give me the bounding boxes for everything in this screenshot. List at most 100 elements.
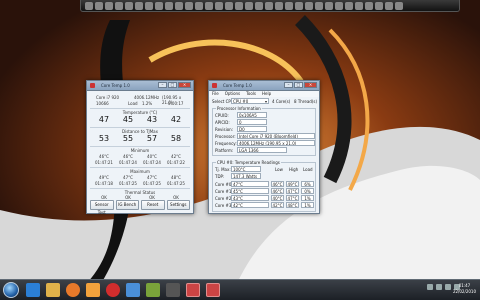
sensor-test-button[interactable]: Sensor Test: [90, 200, 114, 215]
ig-bench-button[interactable]: IG Bench: [115, 200, 139, 210]
core-temp-titlebar[interactable]: Core Temp 1.0 – □ ×: [87, 81, 193, 91]
close-button[interactable]: ×: [304, 82, 317, 88]
dock-app-icon[interactable]: [325, 1, 333, 10]
dock-app-icon[interactable]: [365, 1, 373, 10]
max-temp-value: 47°C: [123, 175, 133, 180]
maximize-button[interactable]: □: [294, 82, 303, 88]
dock-app-icon[interactable]: [135, 1, 143, 10]
app-icon[interactable]: [126, 283, 140, 297]
maximize-button[interactable]: □: [168, 82, 177, 88]
window-title: Core Temp 1.0: [223, 83, 252, 88]
core-temp-info-titlebar[interactable]: Core Temp 1.0 – □ ×: [209, 81, 319, 91]
min-temp-time: 01:47:22: [167, 160, 185, 165]
media-player-icon[interactable]: [86, 283, 100, 297]
dock-app-icon[interactable]: [255, 1, 263, 10]
dock-app-icon[interactable]: [145, 1, 153, 10]
frequency-value: 4006.12MHz (190.95 x 21.0): [237, 140, 315, 146]
maximum-header: Maximum: [130, 169, 150, 174]
apicid-value: 0: [237, 119, 267, 125]
core-temp-info-taskbar-button[interactable]: [206, 283, 220, 297]
dock-app-icon[interactable]: [155, 1, 163, 10]
internet-explorer-icon[interactable]: [26, 283, 40, 297]
core-low-temp: 46°C: [271, 188, 284, 194]
folder-icon[interactable]: [46, 283, 60, 297]
start-button[interactable]: [3, 282, 19, 298]
firefox-icon[interactable]: [66, 283, 80, 297]
cpu-select-value: CPU #0: [233, 99, 249, 104]
dock-app-icon[interactable]: [195, 1, 203, 10]
core-temp-value: 42: [170, 115, 182, 124]
dock-app-icon[interactable]: [125, 1, 133, 10]
core-current-temp: 43°C: [231, 195, 269, 201]
dock-app-icon[interactable]: [265, 1, 273, 10]
menu-help[interactable]: Help: [262, 91, 271, 97]
tray-icon[interactable]: [427, 284, 433, 290]
dock-app-icon[interactable]: [375, 1, 383, 10]
menu-bar: File Options Tools Help: [209, 91, 319, 97]
dock-app-icon[interactable]: [335, 1, 343, 10]
max-temp-time: 01:47:25: [119, 181, 137, 186]
dock-app-icon[interactable]: [345, 1, 353, 10]
dock-app-icon[interactable]: [315, 1, 323, 10]
core-temp-app-icon: [90, 83, 95, 88]
dock-app-icon[interactable]: [275, 1, 283, 10]
min-temp-value: 46°C: [99, 154, 109, 159]
dock-app-icon[interactable]: [295, 1, 303, 10]
dock-app-icon[interactable]: [395, 1, 403, 10]
settings-button[interactable]: Settings: [166, 200, 190, 210]
core-current-temp: 47°C: [231, 181, 269, 187]
dock-app-icon[interactable]: [85, 1, 93, 10]
col-header-low: Low: [275, 167, 283, 172]
cpu-model: Core i7 920: [96, 95, 120, 100]
app-icon[interactable]: [166, 283, 180, 297]
load-value: 1.2%: [142, 101, 153, 106]
min-temp-time: 01:47:24: [119, 160, 137, 165]
uptime-value: 0:00:17: [168, 101, 184, 106]
dock-app-icon[interactable]: [105, 1, 113, 10]
core-temp-value: 45: [122, 115, 134, 124]
tray-icon[interactable]: [436, 284, 442, 290]
min-temp-time: 01:47:24: [143, 160, 161, 165]
dock-app-icon[interactable]: [305, 1, 313, 10]
dock-app-icon[interactable]: [285, 1, 293, 10]
tjmax-distance-value: 55: [122, 134, 134, 143]
dock-app-icon[interactable]: [165, 1, 173, 10]
max-temp-value: 49°C: [99, 175, 109, 180]
processor-value: Intel Core i7 920 (Bloomfield): [237, 133, 315, 139]
dock-app-icon[interactable]: [215, 1, 223, 10]
menu-tools[interactable]: Tools: [246, 91, 256, 97]
dock-app-icon[interactable]: [385, 1, 393, 10]
col-header-high: High: [289, 167, 299, 172]
tjmax-distance-value: 53: [98, 134, 110, 143]
close-button[interactable]: ×: [178, 82, 191, 88]
min-temp-time: 01:47:21: [95, 160, 113, 165]
dock-app-icon[interactable]: [205, 1, 213, 10]
menu-options[interactable]: Options: [225, 91, 240, 97]
core-temp-taskbar-button[interactable]: [186, 283, 200, 297]
top-dock: [80, 0, 460, 12]
dock-app-icon[interactable]: [225, 1, 233, 10]
load-label: Load: [128, 101, 138, 106]
dock-app-icon[interactable]: [115, 1, 123, 10]
core-low-temp: 42°C: [271, 202, 284, 208]
dock-app-icon[interactable]: [245, 1, 253, 10]
tdp-value: 147.3 Watts: [231, 173, 261, 179]
window-title: Core Temp 1.0: [101, 83, 130, 88]
tjmax-distance-value: 58: [170, 134, 182, 143]
dock-app-icon[interactable]: [355, 1, 363, 10]
dock-app-icon[interactable]: [95, 1, 103, 10]
network-icon[interactable]: [445, 284, 451, 290]
dock-app-icon[interactable]: [175, 1, 183, 10]
minimize-button[interactable]: –: [158, 82, 167, 88]
clock[interactable]: 01:47 22/02/2010: [453, 283, 476, 295]
max-temp-time: 01:47:25: [143, 181, 161, 186]
menu-file[interactable]: File: [212, 91, 219, 97]
reset-button[interactable]: Reset: [141, 200, 165, 210]
minimize-button[interactable]: –: [284, 82, 293, 88]
dock-app-icon[interactable]: [185, 1, 193, 10]
cpu-select-dropdown[interactable]: CPU #0 ▾: [231, 98, 269, 104]
opera-icon[interactable]: [106, 283, 120, 297]
app-icon[interactable]: [146, 283, 160, 297]
min-temp-value: 40°C: [147, 154, 157, 159]
dock-app-icon[interactable]: [235, 1, 243, 10]
